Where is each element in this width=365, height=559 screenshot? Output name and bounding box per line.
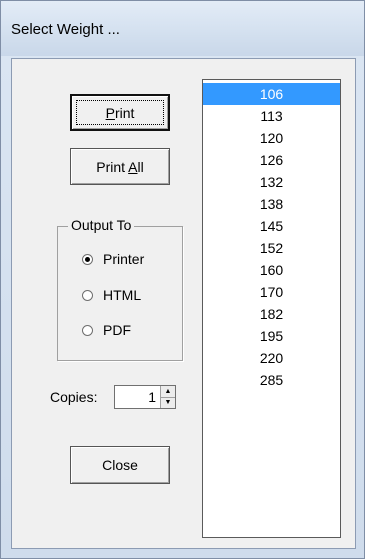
weight-list-item[interactable]: 220	[203, 347, 340, 369]
weight-list-item[interactable]: 160	[203, 259, 340, 281]
dialog-window: Select Weight ... Print Print All Output…	[0, 0, 365, 559]
radio-html-label: HTML	[103, 287, 142, 303]
weight-list-item[interactable]: 170	[203, 281, 340, 303]
spin-up-arrow-icon[interactable]: ▲	[161, 386, 175, 398]
weight-list-item[interactable]: 138	[203, 193, 340, 215]
print-all-button[interactable]: Print All	[70, 148, 170, 185]
weight-list-item[interactable]: 113	[203, 105, 340, 127]
close-button[interactable]: Close	[70, 446, 170, 484]
radio-pdf-label: PDF	[103, 322, 131, 338]
copies-label: Copies:	[50, 389, 98, 405]
print-button[interactable]: Print	[70, 94, 170, 131]
radio-button-pdf[interactable]	[82, 324, 93, 336]
spinner-arrows: ▲ ▼	[160, 386, 175, 408]
dialog-client-area: Print Print All Output To Printer HTML P…	[11, 58, 356, 549]
print-button-label: Print	[105, 104, 135, 121]
window-title: Select Weight ...	[11, 21, 120, 38]
weight-list-item[interactable]: 195	[203, 325, 340, 347]
radio-button-printer[interactable]	[82, 253, 93, 265]
title-bar[interactable]: Select Weight ...	[1, 1, 364, 56]
copies-spinner[interactable]: 1 ▲ ▼	[114, 385, 176, 409]
copies-input[interactable]: 1	[115, 386, 160, 408]
spin-down-arrow-icon[interactable]: ▼	[161, 397, 175, 408]
radio-html[interactable]: HTML	[82, 286, 141, 304]
radio-printer-label: Printer	[103, 251, 145, 267]
radio-printer[interactable]: Printer	[82, 250, 144, 268]
weight-list-item[interactable]: 182	[203, 303, 340, 325]
radio-button-html[interactable]	[82, 289, 93, 301]
weight-list-item[interactable]: 132	[203, 171, 340, 193]
weight-list-item[interactable]: 285	[203, 369, 340, 391]
weight-list-item[interactable]: 106	[203, 83, 340, 105]
weight-list-item[interactable]: 145	[203, 215, 340, 237]
print-all-button-label: Print All	[96, 158, 144, 175]
weight-listbox[interactable]: 106 113 120 126 132 138 145 152 160 170 182 195 220 2…	[202, 79, 341, 538]
weight-list-item[interactable]: 126	[203, 149, 340, 171]
weight-list-item[interactable]: 120	[203, 127, 340, 149]
weight-list-item[interactable]: 152	[203, 237, 340, 259]
radio-pdf[interactable]: PDF	[82, 321, 131, 339]
output-to-group: Output To Printer HTML PDF	[57, 217, 183, 361]
output-to-label: Output To	[68, 217, 135, 233]
